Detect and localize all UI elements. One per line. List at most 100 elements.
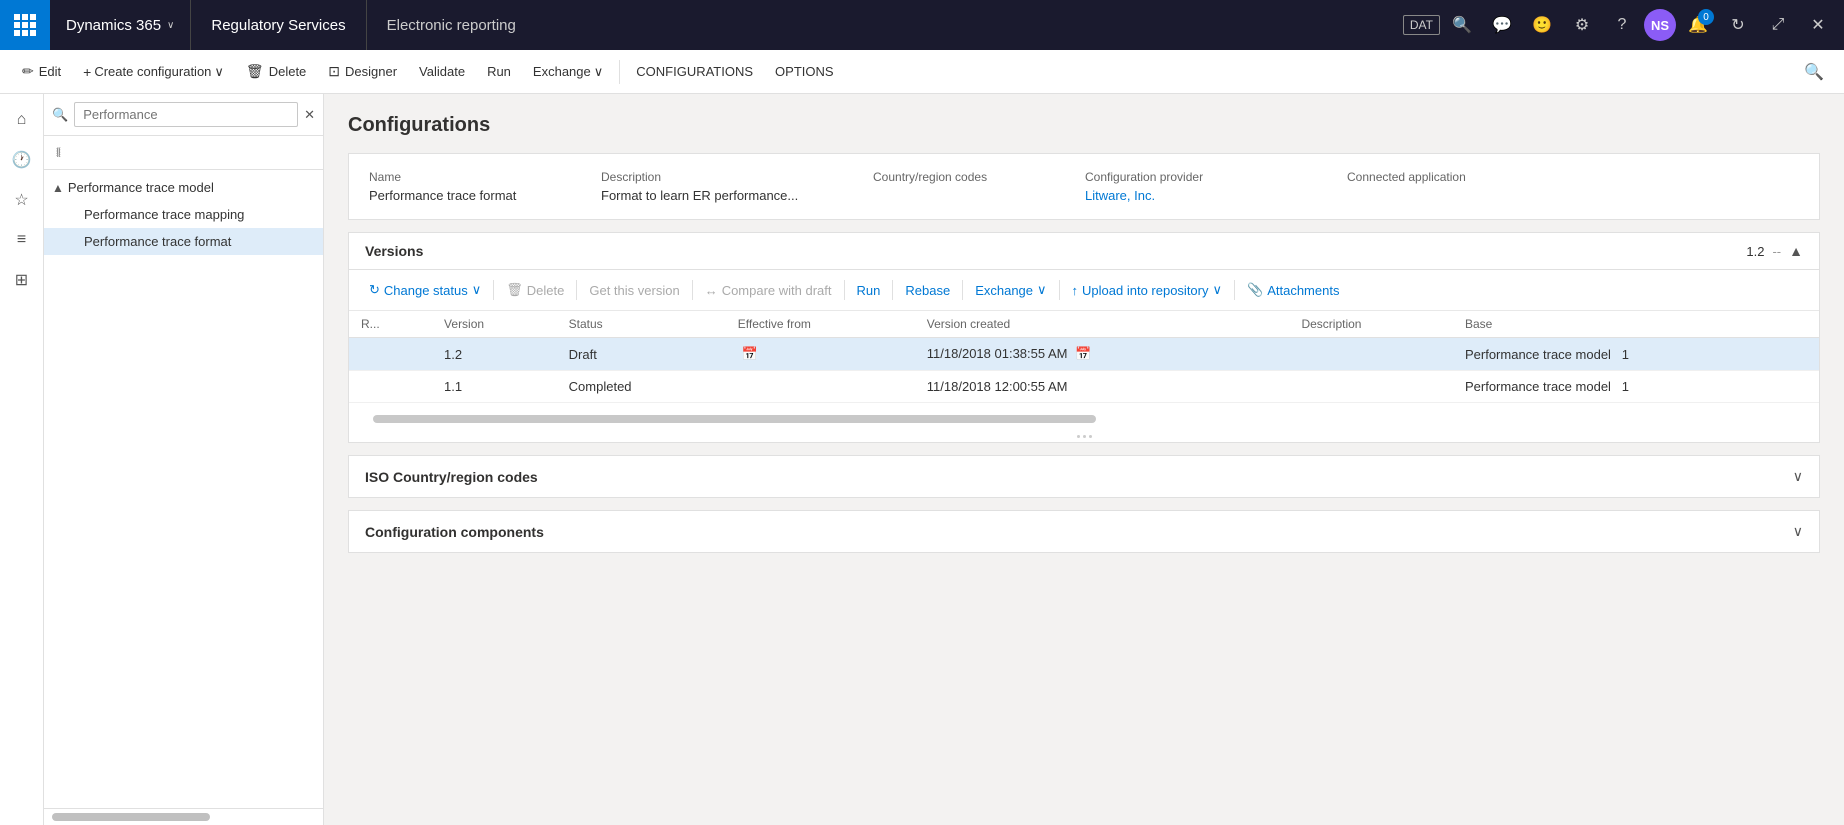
sidebar-search-input[interactable] [74,102,298,127]
cell-status: Completed [557,371,726,403]
iso-country-header[interactable]: ISO Country/region codes ∨ [349,456,1819,497]
versions-table: R... Version Status Effective from Versi… [349,311,1819,403]
left-icon-strip: ⌂ 🕐 ☆ ≡ ⊞ [0,94,44,825]
get-version-button[interactable]: Get this version [581,279,687,302]
upload-icon: ↑ [1072,283,1079,298]
sidebar-item-performance-trace-format[interactable]: Performance trace format [44,228,323,255]
home-icon[interactable]: ⌂ [4,102,40,138]
table-row[interactable]: 1.2 Draft 📅 11/18/2018 01:38:55 AM 📅 [349,338,1819,371]
toolbar-sep-7 [1059,280,1060,300]
toolbar-sep-5 [892,280,893,300]
refresh-icon[interactable]: ↻ [1720,7,1756,43]
favorites-icon[interactable]: ☆ [4,182,40,218]
panel-resize-handle[interactable] [349,431,1819,442]
settings-icon[interactable]: ⚙ [1564,7,1600,43]
top-navigation: Dynamics 365 ∨ Regulatory Services Elect… [0,0,1844,50]
cell-rownum [349,371,432,403]
versions-version-num: 1.2 [1746,244,1764,259]
recent-icon[interactable]: 🕐 [4,142,40,178]
sidebar-scrollbar[interactable] [52,813,210,821]
upload-repository-button[interactable]: ↑ Upload into repository ∨ [1064,278,1230,302]
menu-icon[interactable]: ⊞ [4,262,40,298]
delete-version-button[interactable]: 🗑 Delete [498,278,572,302]
config-components-panel: Configuration components ∨ [348,510,1820,553]
sidebar-clear-icon[interactable]: ✕ [304,107,315,123]
create-configuration-button[interactable]: + Create configuration ∨ [73,60,234,84]
compare-icon: ↔ [705,283,718,298]
dynamics365-label: Dynamics 365 [66,17,161,34]
rebase-button[interactable]: Rebase [897,279,958,302]
regulatory-services-label: Regulatory Services [211,17,345,34]
edit-button[interactable]: ✏ Edit [12,59,71,84]
validate-button[interactable]: Validate [409,60,475,83]
th-description: Description [1289,311,1453,338]
exchange-version-chevron-icon: ∨ [1037,282,1047,298]
versions-collapse-icon[interactable]: ▲ [1789,243,1803,259]
config-header-grid: Name Performance trace format Descriptio… [369,170,1799,203]
designer-button[interactable]: ⊡ Designer [318,59,407,84]
cell-version: 1.2 [432,338,557,371]
change-status-button[interactable]: ↻ Change status ∨ [361,278,489,302]
sidebar-item-performance-trace-model[interactable]: ▲ Performance trace model [44,174,323,201]
expand-icon[interactable]: ⤢ [1760,7,1796,43]
tree-item-label: Performance trace model [68,180,214,195]
dynamics365-chevron-icon: ∨ [167,20,174,31]
attachments-button[interactable]: 📎 Attachments [1239,278,1347,302]
toolbar-sep-3 [692,280,693,300]
notification-badge: 0 [1698,9,1714,25]
run-version-button[interactable]: Run [849,279,889,302]
versions-toolbar: ↻ Change status ∨ 🗑 Delete Get this vers… [349,270,1819,311]
exchange-version-button[interactable]: Exchange ∨ [967,278,1054,302]
toolbar-sep-8 [1234,280,1235,300]
top-nav-right: DAT 🔍 💬 🙂 ⚙ ? NS 🔔 0 ↻ ⤢ ✕ [1403,7,1844,43]
base-link[interactable]: Performance trace model [1465,347,1611,362]
th-status: Status [557,311,726,338]
close-icon[interactable]: ✕ [1800,7,1836,43]
table-row[interactable]: 1.1 Completed 11/18/2018 12:00:55 AM Per… [349,371,1819,403]
configurations-tab[interactable]: CONFIGURATIONS [626,60,763,83]
dynamics365-section[interactable]: Dynamics 365 ∨ [50,0,191,50]
versions-panel-title: Versions [365,243,423,259]
delete-icon: 🗑 [246,63,264,80]
col-value-provider[interactable]: Litware, Inc. [1085,188,1335,203]
secondary-toolbar: ✏ Edit + Create configuration ∨ 🗑 Delete… [0,50,1844,94]
calendar-icon[interactable]: 📅 [742,346,758,361]
add-icon: + [83,64,91,80]
col-header-name: Name [369,170,589,184]
exchange-button[interactable]: Exchange ∨ [523,60,613,84]
config-col-connected-app: Connected application [1347,170,1799,188]
tree-item-label: Performance trace mapping [84,207,244,222]
app-grid-button[interactable] [0,0,50,50]
sidebar-filter-button[interactable]: ⧛ [52,140,65,165]
config-col-country: Country/region codes [873,170,1073,188]
options-tab[interactable]: OPTIONS [765,60,844,83]
toolbar-sep-4 [844,280,845,300]
calendar2-icon[interactable]: 📅 [1075,346,1091,361]
sidebar-search-area: 🔍 ✕ [44,94,323,136]
sidebar-tree: ▲ Performance trace model Performance tr… [44,170,323,808]
config-header-card: Name Performance trace format Descriptio… [348,153,1820,220]
filter-icon[interactable]: ≡ [4,222,40,258]
cell-version-created: 11/18/2018 12:00:55 AM [915,371,1290,403]
delete-button[interactable]: 🗑 Delete [236,59,316,84]
edit-icon: ✏ [22,63,34,80]
toolbar-sep-6 [962,280,963,300]
page-title: Configurations [348,114,1820,137]
run-button[interactable]: Run [477,60,521,83]
toolbar-search-icon[interactable]: 🔍 [1796,58,1832,86]
change-status-chevron-icon: ∨ [472,282,482,298]
table-horizontal-scrollbar[interactable] [373,415,1096,423]
dat-badge: DAT [1403,15,1440,35]
config-components-header[interactable]: Configuration components ∨ [349,511,1819,552]
col-header-country: Country/region codes [873,170,1073,184]
search-nav-icon[interactable]: 🔍 [1444,7,1480,43]
delete-version-icon: 🗑 [506,282,523,298]
change-status-icon: ↻ [369,282,380,298]
user-avatar[interactable]: NS [1644,9,1676,41]
notifications-icon[interactable]: 🔔 0 [1680,7,1716,43]
help-icon[interactable]: ? [1604,7,1640,43]
compare-draft-button[interactable]: ↔ Compare with draft [697,279,840,302]
user-icon[interactable]: 🙂 [1524,7,1560,43]
chat-icon[interactable]: 💬 [1484,7,1520,43]
sidebar-item-performance-trace-mapping[interactable]: Performance trace mapping [44,201,323,228]
